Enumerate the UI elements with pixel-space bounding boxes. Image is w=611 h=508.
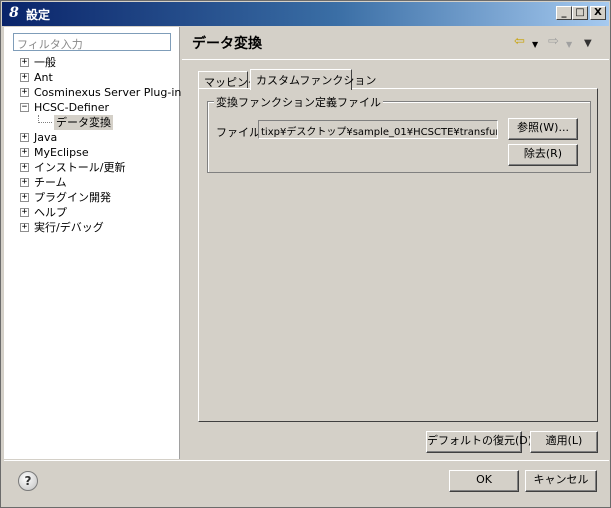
app-icon: 8	[9, 5, 19, 21]
browse-button[interactable]: 参照(W)...	[508, 118, 578, 140]
preferences-dialog: 8 設定 _ □ X フィルタ入力 + 一般 + Ant + Cosminexus Ser…	[0, 0, 611, 508]
collapse-icon[interactable]: −	[20, 103, 29, 112]
tree-item-label: データ変換	[54, 115, 113, 130]
definition-file-group: 変換ファンクション定義ファイル ファイル: tixp¥デスクトップ¥sample…	[207, 94, 591, 173]
apply-button[interactable]: 適用(L)	[530, 431, 598, 453]
back-arrow-icon[interactable]: ⇦	[514, 35, 525, 49]
tree-item-label: MyEclipse	[34, 146, 89, 159]
tree-item[interactable]: − HCSC-Definer	[10, 100, 178, 115]
tree-item[interactable]: + プラグイン開発	[10, 190, 178, 205]
page-nav-toolbar: ⇦ ▼ ⇨ ▼ ▼	[514, 35, 604, 51]
expand-icon[interactable]: +	[20, 58, 29, 67]
remove-button[interactable]: 除去(R)	[508, 144, 578, 166]
tree-item-label: インストール/更新	[34, 161, 126, 174]
file-label: ファイル:	[216, 126, 264, 139]
forward-arrow-icon[interactable]: ⇨	[548, 35, 559, 49]
title-bar[interactable]: 8 設定 _ □ X	[2, 2, 609, 26]
tree-item[interactable]: + インストール/更新	[10, 160, 178, 175]
tree-item[interactable]: + 一般	[10, 55, 178, 70]
minimize-button[interactable]: _	[556, 6, 572, 20]
close-button[interactable]: X	[590, 6, 606, 20]
tree-item-label: チーム	[34, 176, 67, 189]
tree-item[interactable]: + Cosminexus Server Plug-in	[10, 85, 182, 100]
help-icon[interactable]: ?	[18, 471, 38, 491]
footer-divider	[4, 460, 609, 461]
expand-icon[interactable]: +	[20, 163, 29, 172]
tree-item[interactable]: + Java	[10, 130, 178, 145]
window-title: 設定	[26, 8, 51, 22]
tree-item[interactable]: + Ant	[10, 70, 178, 85]
expand-icon[interactable]: +	[20, 223, 29, 232]
expand-icon[interactable]: +	[20, 133, 29, 142]
tree-item-label: Java	[34, 131, 58, 144]
tree-item-label: HCSC-Definer	[34, 101, 110, 114]
tree-item-label: 実行/デバッグ	[34, 221, 104, 234]
tree-connector	[38, 115, 52, 123]
view-menu-icon[interactable]: ▼	[584, 37, 592, 51]
header-divider	[182, 59, 609, 60]
filter-input[interactable]: フィルタ入力	[13, 33, 171, 51]
tree-item-label: ヘルプ	[34, 206, 67, 219]
tree-item[interactable]: データ変換	[10, 115, 178, 130]
back-dropdown-icon[interactable]: ▼	[532, 38, 538, 52]
expand-icon[interactable]: +	[20, 88, 29, 97]
tree-item-label: 一般	[34, 56, 56, 69]
cancel-button[interactable]: キャンセル	[525, 470, 597, 492]
expand-icon[interactable]: +	[20, 193, 29, 202]
page-title: データ変換	[192, 36, 262, 52]
forward-dropdown-icon[interactable]: ▼	[566, 38, 572, 52]
maximize-button[interactable]: □	[572, 6, 588, 20]
tree-item-label: プラグイン開発	[34, 191, 111, 204]
restore-defaults-button[interactable]: デフォルトの復元(D)	[426, 431, 532, 453]
ok-button[interactable]: OK	[449, 470, 519, 492]
tab-mapping[interactable]: マッピング	[198, 71, 259, 89]
file-path-field[interactable]: tixp¥デスクトップ¥sample_01¥HCSCTE¥transfunc.x…	[258, 120, 498, 139]
tree-item[interactable]: + 実行/デバッグ	[10, 220, 178, 235]
tab-panel-custom-function: 変換ファンクション定義ファイル ファイル: tixp¥デスクトップ¥sample…	[198, 88, 598, 422]
preferences-page: データ変換 ⇦ ▼ ⇨ ▼ ▼ マッピング カスタムファンクション 変換ファンク…	[182, 27, 609, 459]
tree-item[interactable]: + チーム	[10, 175, 178, 190]
tree-item[interactable]: + MyEclipse	[10, 145, 178, 160]
tree-item-label: Cosminexus Server Plug-in	[34, 86, 182, 99]
group-title: 変換ファンクション定義ファイル	[214, 94, 383, 110]
expand-icon[interactable]: +	[20, 208, 29, 217]
expand-icon[interactable]: +	[20, 178, 29, 187]
tree-item[interactable]: + ヘルプ	[10, 205, 178, 220]
expand-icon[interactable]: +	[20, 148, 29, 157]
tree-item-label: Ant	[34, 71, 53, 84]
preferences-tree: + 一般 + Ant + Cosminexus Server Plug-in − HCSC-D…	[10, 55, 182, 235]
expand-icon[interactable]: +	[20, 73, 29, 82]
tab-custom-function[interactable]: カスタムファンクション	[250, 69, 376, 90]
preferences-sidebar: フィルタ入力 + 一般 + Ant + Cosminexus Server Plug-in…	[4, 27, 182, 459]
